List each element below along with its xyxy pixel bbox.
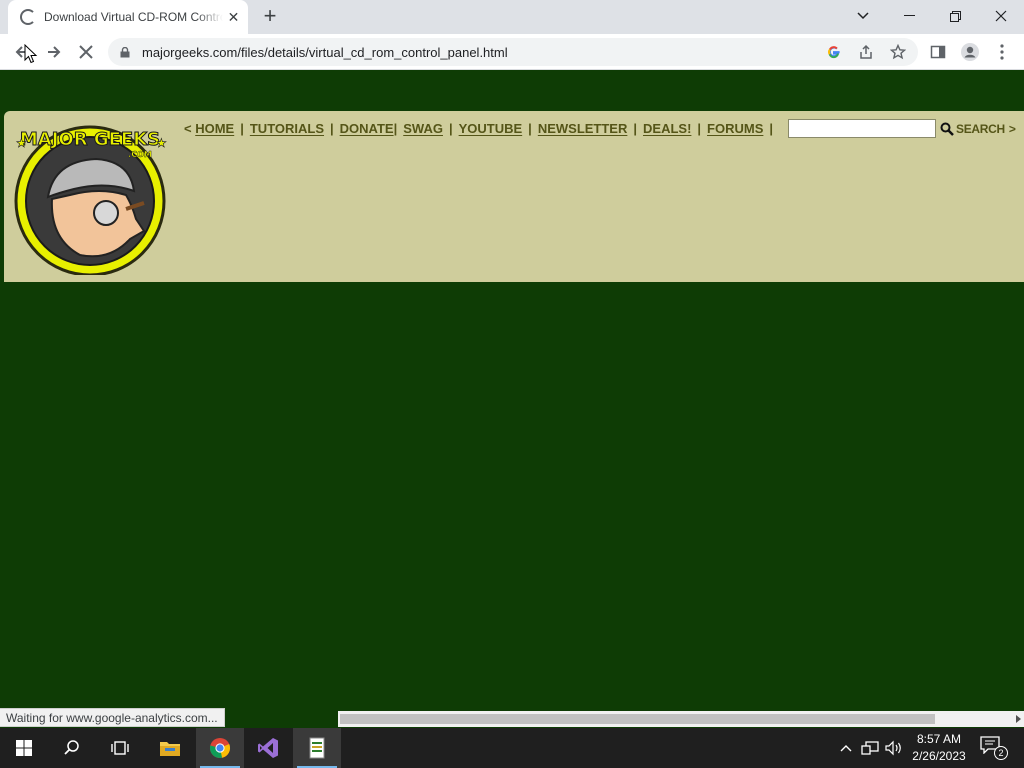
task-view-button[interactable]: [96, 728, 144, 768]
nav-open-bracket: <: [184, 121, 192, 136]
taskbar-clock[interactable]: 8:57 AM 2/26/2023: [906, 731, 972, 765]
avatar-icon: [961, 43, 979, 61]
site-search-button[interactable]: SEARCH >: [940, 119, 1016, 139]
browser-toolbar: majorgeeks.com/files/details/virtual_cd_…: [0, 34, 1024, 70]
share-button[interactable]: [854, 40, 878, 64]
close-icon: [995, 10, 1007, 22]
file-explorer-button[interactable]: [146, 728, 194, 768]
nav-separator: |: [528, 121, 532, 136]
nav-separator: |: [330, 121, 334, 136]
browser-tab[interactable]: Download Virtual CD-ROM Control Panel ✕: [8, 0, 248, 34]
forward-button[interactable]: [42, 40, 66, 64]
nav-newsletter-link[interactable]: NEWSLETTER: [538, 121, 628, 136]
action-center-button[interactable]: 2: [980, 736, 1008, 760]
network-icon: [861, 741, 879, 755]
nav-separator: |: [633, 121, 638, 136]
search-button-label: SEARCH: [956, 122, 1005, 136]
nav-separator: |: [769, 121, 774, 136]
google-lens-button[interactable]: [822, 40, 846, 64]
visual-studio-icon: [258, 738, 278, 758]
notepad-app-button[interactable]: [293, 728, 341, 768]
nav-donate-link[interactable]: DONATE: [340, 121, 394, 136]
nav-tutorials-link[interactable]: TUTORIALS: [250, 121, 324, 136]
restore-icon: [949, 10, 961, 22]
nav-youtube-link[interactable]: YOUTUBE: [459, 121, 523, 136]
nav-forums-link[interactable]: FORUMS: [707, 121, 763, 136]
logo-text: MAJOR GEEKS: [20, 129, 160, 150]
visual-studio-button[interactable]: [244, 728, 292, 768]
mouse-cursor-icon: [24, 44, 38, 64]
magnifier-icon: [940, 122, 954, 136]
tab-close-icon[interactable]: ✕: [227, 9, 240, 25]
show-hidden-icons-button[interactable]: [836, 738, 856, 758]
task-view-icon: [111, 741, 129, 755]
nav-home-link[interactable]: HOME: [195, 121, 234, 136]
restore-button[interactable]: [932, 0, 978, 32]
nav-deals-link[interactable]: DEALS!: [643, 121, 691, 136]
lock-icon[interactable]: [120, 46, 130, 58]
taskbar-search-button[interactable]: [48, 728, 96, 768]
tab-strip: Download Virtual CD-ROM Control Panel ✕ …: [0, 0, 1024, 34]
nav-separator: |: [697, 121, 702, 136]
tab-title: Download Virtual CD-ROM Control Panel: [44, 10, 223, 24]
chevron-down-icon: [857, 12, 869, 20]
logo-star-left-icon: ★: [16, 136, 27, 150]
chrome-icon: [209, 738, 231, 759]
logo-subtext: .COM: [128, 150, 152, 159]
loading-favicon-icon: [20, 9, 36, 25]
address-bar[interactable]: majorgeeks.com/files/details/virtual_cd_…: [108, 38, 918, 66]
network-tray-button[interactable]: [860, 738, 880, 758]
new-tab-button[interactable]: +: [258, 5, 282, 29]
chevron-up-icon: [840, 745, 852, 752]
site-header: MAJOR GEEKS .COM ★ ★ < HOME | TUTORIALS | DO…: [4, 111, 1024, 282]
nav-separator: |: [240, 121, 244, 136]
scrollbar-thumb[interactable]: [340, 714, 935, 724]
stop-icon: [79, 45, 93, 59]
major-geeks-logo[interactable]: MAJOR GEEKS .COM ★ ★: [10, 119, 172, 275]
side-panel-icon: [930, 45, 946, 59]
stop-loading-button[interactable]: [74, 40, 98, 64]
share-icon: [860, 44, 872, 59]
profile-button[interactable]: [958, 40, 982, 64]
tab-search-button[interactable]: [840, 0, 886, 32]
notification-count-badge: 2: [994, 746, 1008, 760]
windows-taskbar: 8:57 AM 2/26/2023 2: [0, 728, 1024, 768]
folder-icon: [160, 742, 180, 756]
start-button[interactable]: [0, 728, 48, 768]
minimize-icon: [903, 15, 915, 16]
chrome-taskbar-button[interactable]: [196, 728, 244, 768]
web-page: MAJOR GEEKS .COM ★ ★ < HOME | TUTORIALS | DO…: [0, 71, 1024, 711]
bookmark-button[interactable]: [886, 40, 910, 64]
site-search-input[interactable]: [788, 119, 936, 138]
close-window-button[interactable]: [978, 0, 1024, 32]
star-icon: [890, 44, 906, 60]
nav-separator: |: [448, 121, 453, 136]
nav-close-bracket: >: [1008, 122, 1016, 136]
speaker-icon: [885, 740, 901, 756]
scroll-right-arrow-icon[interactable]: [1016, 715, 1021, 723]
side-panel-button[interactable]: [926, 40, 950, 64]
windows-logo-icon: [16, 740, 32, 756]
arrow-right-icon: [48, 46, 61, 58]
kebab-menu-icon: [1000, 44, 1004, 60]
volume-tray-button[interactable]: [884, 738, 904, 758]
url-text[interactable]: majorgeeks.com/files/details/virtual_cd_…: [142, 45, 508, 60]
google-icon: [828, 46, 840, 59]
site-nav: < HOME | TUTORIALS | DONATE| SWAG | YOUTUBE | NEW…: [184, 121, 779, 136]
minimize-button[interactable]: [886, 0, 932, 32]
clock-time: 8:57 AM: [916, 732, 962, 746]
document-app-icon: [309, 737, 325, 759]
nav-separator: |: [393, 121, 398, 136]
search-icon: [64, 740, 79, 755]
horizontal-scrollbar[interactable]: [338, 711, 1024, 727]
menu-button[interactable]: [990, 40, 1014, 64]
nav-swag-link[interactable]: SWAG: [403, 121, 443, 136]
status-bubble: Waiting for www.google-analytics.com...: [0, 708, 225, 727]
logo-star-right-icon: ★: [156, 136, 167, 150]
clock-date: 2/26/2023: [912, 749, 966, 763]
